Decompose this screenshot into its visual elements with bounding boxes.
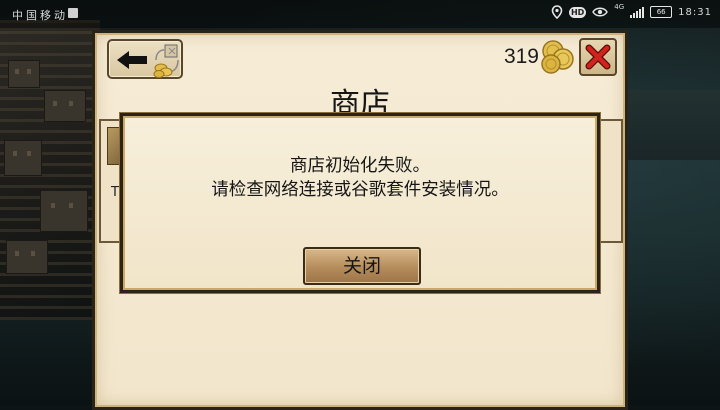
dialog-message: 商店初始化失败。 请检查网络连接或谷歌套件安装情况。 (123, 154, 597, 202)
location-icon (551, 5, 563, 19)
close-x-icon (585, 44, 611, 70)
status-bar: 中国移动 HD 4G 66 18:31 (0, 0, 720, 28)
notification-icon (68, 8, 78, 18)
coin-exchange-icon (153, 44, 179, 78)
network-type: 4G (614, 3, 625, 11)
signal-bars-icon (630, 6, 645, 18)
back-button[interactable] (107, 39, 183, 79)
error-dialog: 商店初始化失败。 请检查网络连接或谷歌套件安装情况。 关闭 (120, 113, 600, 293)
eye-icon (592, 7, 609, 17)
harbor-town-left (0, 20, 100, 320)
carrier-name: 中国移动 (12, 9, 68, 22)
battery-icon: 66 (650, 6, 673, 18)
back-arrow-icon (117, 51, 147, 69)
harbor-right (625, 90, 720, 160)
coin-balance: 319 (503, 45, 539, 68)
dialog-close-button[interactable]: 关闭 (303, 247, 421, 285)
hd-icon: HD (568, 6, 587, 18)
clock: 18:31 (678, 6, 712, 18)
coin-stack-icon (541, 40, 574, 74)
close-shop-button[interactable] (579, 38, 617, 76)
dialog-message-line1: 商店初始化失败。 (290, 156, 430, 176)
dialog-message-line2: 请检查网络连接或谷歌套件安装情况。 (211, 180, 509, 200)
